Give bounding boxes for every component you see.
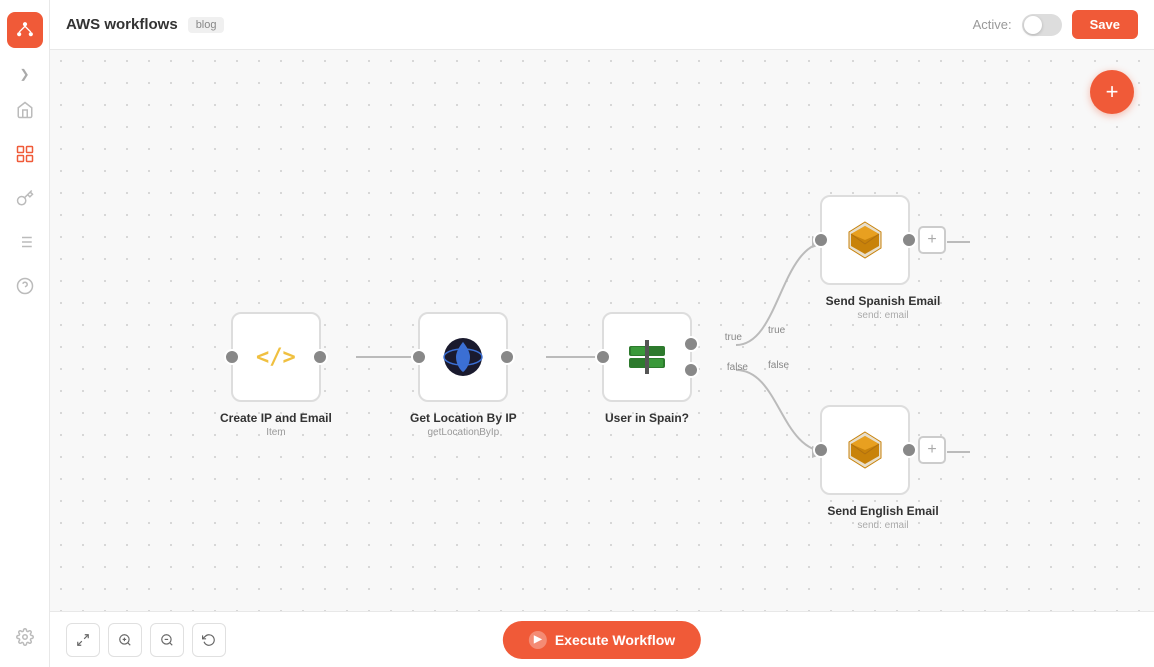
sidebar: ❯: [0, 0, 50, 667]
create-node-label: Create IP and Email: [220, 410, 332, 427]
reset-icon: [202, 633, 216, 647]
condition-node[interactable]: User in Spain? true false: [602, 312, 692, 427]
spanish-email-label: Send Spanish Email: [826, 293, 941, 310]
get-location-node[interactable]: Get Location By IP getLocationByIp: [410, 312, 517, 438]
create-node-sublabel: Item: [266, 427, 285, 438]
sidebar-logo[interactable]: [7, 12, 43, 48]
spanish-email-node[interactable]: + Send Spanish Email send: email: [820, 195, 946, 321]
english-email-action: send: email: [857, 520, 908, 531]
english-email-add-btn[interactable]: +: [918, 436, 946, 464]
zoom-out-icon: [160, 633, 174, 647]
sidebar-item-workflows[interactable]: [7, 136, 43, 172]
condition-node-box[interactable]: [602, 312, 692, 402]
active-label: Active:: [973, 17, 1012, 32]
create-node-box[interactable]: </>: [231, 312, 321, 402]
aws-ses-icon: [843, 218, 887, 262]
zoom-in-icon: [118, 633, 132, 647]
workflow-canvas: + </>: [50, 50, 1154, 611]
condition-node-label: User in Spain?: [605, 410, 689, 427]
get-location-right-connector: [499, 349, 515, 365]
create-node-right-connector: [312, 349, 328, 365]
get-location-node-label: Get Location By IP: [410, 410, 517, 427]
spanish-email-action: send: email: [857, 310, 908, 321]
sidebar-expand-icon[interactable]: ❯: [12, 64, 38, 84]
bottom-toolbar: ▶ Execute Workflow: [50, 611, 1154, 667]
get-location-node-sublabel: getLocationByIp: [427, 427, 499, 438]
aws-ses-icon-2: [843, 428, 887, 472]
english-email-node[interactable]: + Send English Email send: email: [820, 405, 946, 531]
execute-label: Execute Workflow: [555, 632, 675, 648]
spanish-email-node-box[interactable]: [820, 195, 910, 285]
zoom-out-button[interactable]: [150, 623, 184, 657]
english-email-right-connector: [901, 442, 917, 458]
ip-lookup-icon: [442, 336, 484, 378]
page-title: AWS workflows: [66, 16, 178, 33]
zoom-in-button[interactable]: [108, 623, 142, 657]
english-email-label: Send English Email: [827, 503, 938, 520]
condition-icon: [627, 338, 667, 376]
sidebar-item-help[interactable]: [7, 268, 43, 304]
workflow-tag-badge[interactable]: blog: [188, 17, 225, 33]
save-button[interactable]: Save: [1072, 10, 1138, 39]
condition-right-true-connector: [683, 336, 699, 352]
code-icon: </>: [256, 345, 296, 370]
create-node-left-connector: [224, 349, 240, 365]
english-email-node-box[interactable]: [820, 405, 910, 495]
sidebar-item-keys[interactable]: [7, 180, 43, 216]
branch-false-label: false: [727, 362, 748, 373]
condition-left-connector: [595, 349, 611, 365]
spanish-email-right-connector: [901, 232, 917, 248]
main-area: AWS workflows blog Active: Save +: [50, 0, 1154, 667]
get-location-left-connector: [411, 349, 427, 365]
fit-screen-icon: [76, 633, 90, 647]
add-node-fab[interactable]: +: [1090, 70, 1134, 114]
create-node[interactable]: </> Create IP and Email Item: [220, 312, 332, 438]
branch-true-label: true: [725, 332, 742, 343]
fit-screen-button[interactable]: [66, 623, 100, 657]
false-label: false: [768, 360, 789, 371]
reset-zoom-button[interactable]: [192, 623, 226, 657]
spanish-email-add-btn[interactable]: +: [918, 226, 946, 254]
play-icon: ▶: [529, 631, 547, 649]
plus-icon: +: [1106, 79, 1119, 105]
execute-workflow-button[interactable]: ▶ Execute Workflow: [503, 621, 701, 659]
english-email-left-connector: [813, 442, 829, 458]
sidebar-item-settings[interactable]: [7, 619, 43, 655]
true-label: true: [768, 325, 785, 336]
get-location-node-box[interactable]: [418, 312, 508, 402]
sidebar-item-list[interactable]: [7, 224, 43, 260]
sidebar-item-home[interactable]: [7, 92, 43, 128]
header: AWS workflows blog Active: Save: [50, 0, 1154, 50]
toggle-knob: [1024, 16, 1042, 34]
active-toggle[interactable]: [1022, 14, 1062, 36]
spanish-email-left-connector: [813, 232, 829, 248]
condition-right-false-connector: [683, 362, 699, 378]
